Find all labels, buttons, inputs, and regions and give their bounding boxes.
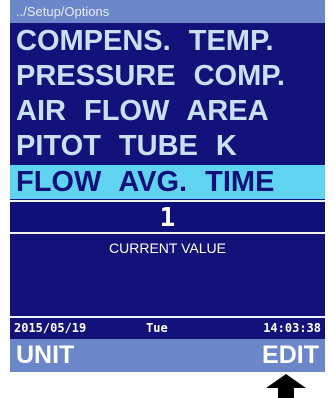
breadcrumb: ../Setup/Options bbox=[10, 0, 325, 23]
device-screen: ../Setup/Options COMPENS. TEMP. PRESSURE… bbox=[10, 0, 325, 372]
menu-item-pitot-tube-k[interactable]: PITOT TUBE K bbox=[10, 129, 325, 163]
menu-item-pressure-comp[interactable]: PRESSURE COMP. bbox=[10, 59, 325, 93]
up-arrow-icon bbox=[266, 374, 306, 398]
current-value-caption: CURRENT VALUE bbox=[109, 240, 226, 256]
edit-softkey[interactable]: EDIT bbox=[262, 339, 319, 372]
current-value: 1 bbox=[159, 203, 176, 233]
menu-item-flow-avg-time[interactable]: FLOW AVG. TIME bbox=[10, 165, 325, 199]
status-bar: 2015/05/19 Tue 14:03:38 bbox=[10, 318, 325, 338]
menu-item-compens-temp[interactable]: COMPENS. TEMP. bbox=[10, 24, 325, 58]
menu-item-air-flow-area[interactable]: AIR FLOW AREA bbox=[10, 94, 325, 128]
status-day: Tue bbox=[146, 321, 168, 335]
status-time: 14:03:38 bbox=[263, 321, 321, 335]
status-date: 2015/05/19 bbox=[14, 321, 87, 335]
current-value-field: 1 bbox=[10, 200, 325, 234]
softkey-bar: UNIT EDIT bbox=[10, 339, 325, 372]
unit-softkey[interactable]: UNIT bbox=[16, 339, 74, 372]
